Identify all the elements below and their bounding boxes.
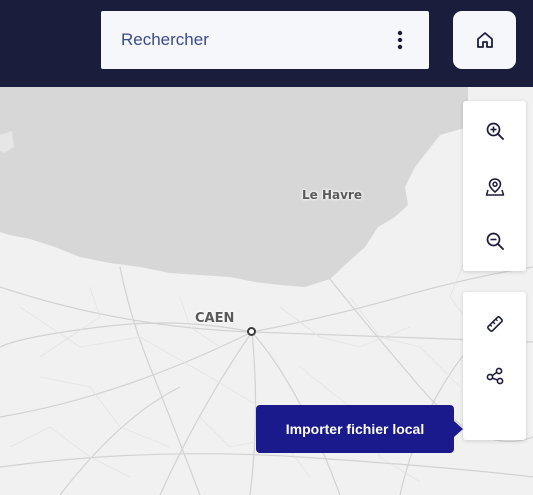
import-local-file-tooltip: Importer fichier local <box>256 405 454 453</box>
tools-toolbar <box>463 292 526 440</box>
zoom-out-icon <box>486 232 504 250</box>
home-icon <box>476 32 493 48</box>
ruler-icon <box>486 316 503 332</box>
zoom-toolbar <box>463 101 526 271</box>
more-vertical-icon <box>397 30 403 50</box>
place-label-le-havre: Le Havre <box>302 188 362 202</box>
map-pin-locate-icon <box>485 178 504 196</box>
top-bar: Rechercher <box>0 0 533 87</box>
share-icon <box>486 367 503 385</box>
place-label-caen: CAEN <box>195 311 235 326</box>
zoom-in-button[interactable] <box>463 109 526 153</box>
search-bar[interactable]: Rechercher <box>101 11 429 69</box>
tooltip-arrow <box>454 421 463 437</box>
tooltip-text: Importer fichier local <box>285 421 425 437</box>
search-label: Rechercher <box>121 30 209 49</box>
locate-button[interactable] <box>463 165 526 209</box>
home-button[interactable] <box>453 11 516 69</box>
zoom-out-button[interactable] <box>463 219 526 263</box>
more-options-button[interactable] <box>371 11 429 69</box>
share-button[interactable] <box>463 354 526 398</box>
zoom-in-icon <box>486 122 504 140</box>
city-marker <box>247 327 256 336</box>
measure-button[interactable] <box>463 302 526 346</box>
